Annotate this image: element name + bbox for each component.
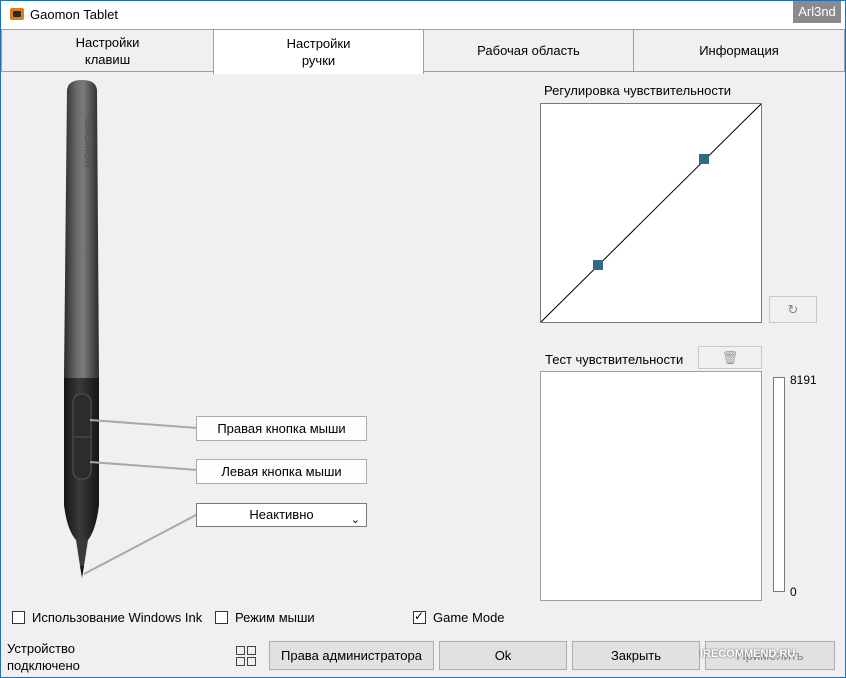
refresh-icon: ↻ bbox=[787, 302, 799, 317]
windows-ink-checkbox[interactable] bbox=[12, 611, 25, 624]
pen-brand-logo: GAOMON bbox=[82, 118, 94, 168]
admin-rights-button[interactable]: Права администратора bbox=[269, 641, 434, 670]
curve-control-point-high[interactable] bbox=[699, 154, 709, 164]
windows-ink-option[interactable]: Использование Windows Ink bbox=[12, 610, 202, 625]
pressure-max-label: 8191 bbox=[790, 373, 817, 387]
device-status: Устройство подключено bbox=[7, 641, 80, 673]
clear-test-button[interactable]: 🗑 bbox=[698, 346, 762, 369]
right-mouse-button-assignment[interactable]: Правая кнопка мыши bbox=[196, 416, 367, 441]
pen-nib bbox=[80, 566, 84, 578]
corner-watermark: Arl3nd bbox=[793, 1, 841, 23]
chevron-down-icon: ⌄ bbox=[350, 514, 360, 526]
tab-label: Информация bbox=[699, 43, 779, 58]
pressure-curve-graph bbox=[541, 104, 761, 322]
tab-information[interactable]: Информация bbox=[633, 29, 845, 72]
left-mouse-button-assignment[interactable]: Левая кнопка мыши bbox=[196, 459, 367, 484]
grid-icon[interactable] bbox=[236, 646, 256, 666]
tip-action-select[interactable]: Неактивно ⌄ bbox=[196, 503, 367, 527]
tip-action-value: Неактивно bbox=[249, 507, 314, 522]
reset-curve-button[interactable]: ↻ bbox=[769, 296, 817, 323]
pressure-level-bar bbox=[773, 377, 785, 592]
game-mode-checkbox[interactable] bbox=[413, 609, 426, 624]
mouse-mode-label: Режим мыши bbox=[235, 610, 315, 625]
pressure-min-label: 0 bbox=[790, 585, 797, 599]
close-button[interactable]: Закрыть bbox=[572, 641, 700, 670]
game-mode-option[interactable]: Game Mode bbox=[413, 609, 505, 625]
tab-label: Рабочая область bbox=[477, 43, 580, 58]
pen-cone bbox=[76, 540, 88, 566]
windows-ink-label: Использование Windows Ink bbox=[32, 610, 203, 625]
pressure-curve-editor[interactable] bbox=[540, 103, 762, 323]
irecommend-watermark: IRECOMMEND.RU bbox=[700, 648, 796, 660]
curve-control-point-low[interactable] bbox=[593, 260, 603, 270]
game-mode-label: Game Mode bbox=[433, 610, 505, 625]
pressure-curve-line bbox=[541, 104, 761, 322]
connector-right-button bbox=[89, 419, 199, 429]
pressure-test-area[interactable] bbox=[540, 371, 762, 601]
sensitivity-test-title: Тест чувствительности bbox=[545, 352, 684, 367]
mouse-mode-checkbox[interactable] bbox=[215, 611, 228, 624]
mouse-mode-option[interactable]: Режим мыши bbox=[215, 610, 315, 625]
ok-button[interactable]: Ok bbox=[439, 641, 567, 670]
trash-icon: 🗑 bbox=[721, 350, 739, 365]
connector-tip bbox=[83, 513, 199, 575]
tab-work-area[interactable]: Рабочая область bbox=[423, 29, 634, 72]
connector-left-button bbox=[89, 461, 199, 471]
sensitivity-curve-title: Регулировка чувствительности bbox=[544, 83, 732, 98]
